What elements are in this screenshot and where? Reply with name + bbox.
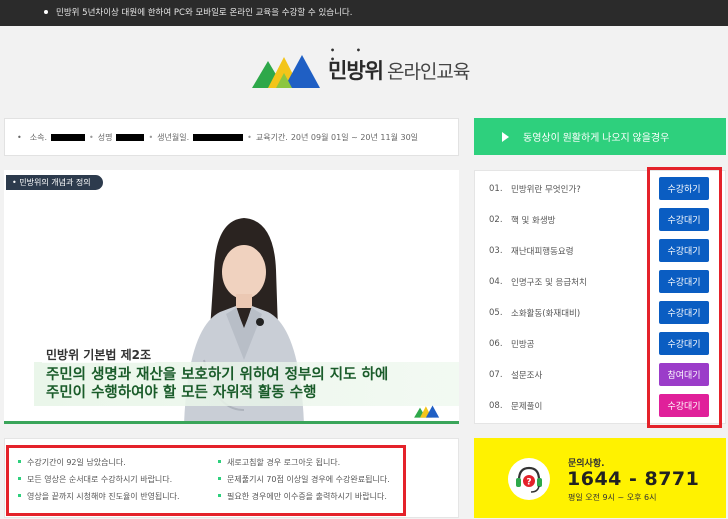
lesson-number: 08. xyxy=(489,401,503,411)
video-bottom-bar xyxy=(4,421,459,424)
mountains-logo-icon xyxy=(252,55,320,88)
contact-panel: ? 문의사항. 1644 - 8771 평일 오전 9시 ~ 오후 6시 xyxy=(474,438,726,518)
lesson-title: 재난대피행동요령 xyxy=(511,247,574,257)
play-icon xyxy=(502,131,509,142)
caption-line-1: 주민의 생명과 재산을 보호하기 위하여 정부의 지도 하에 xyxy=(46,367,389,383)
logo-dots: • • • xyxy=(330,46,371,64)
logo-brand-text: • • • 민방위 xyxy=(328,46,384,85)
svg-text:?: ? xyxy=(526,478,531,488)
video-help-button[interactable]: 동영상이 원활하게 나오지 않을경우 xyxy=(474,118,726,155)
lesson-number: 02. xyxy=(489,215,503,225)
video-player[interactable]: • 민방위의 개념과 정의 민방위 기본법 제2조 주민의 생명과 재산을 보호… xyxy=(4,170,459,424)
affiliation-redacted xyxy=(50,133,85,141)
video-help-label: 동영상이 원활하게 나오지 않을경우 xyxy=(523,133,670,144)
highlight-box-buttons xyxy=(647,167,722,428)
lesson-number: 06. xyxy=(489,339,503,349)
lesson-number: 04. xyxy=(489,277,503,287)
mini-logo-icon xyxy=(414,405,440,418)
caption-line-2: 주민이 수행하여야 할 모든 자위적 활동 수행 xyxy=(46,385,317,401)
lesson-number: 01. xyxy=(489,184,503,194)
headset-icon: ? xyxy=(508,458,550,500)
lesson-title: 문제풀이 xyxy=(511,402,543,412)
birth-redacted xyxy=(193,133,244,141)
lesson-title: 핵 및 화생방 xyxy=(511,216,556,226)
site-logo[interactable]: • • • 민방위 온라인교육 xyxy=(252,46,470,90)
birth-label: 생년월일. xyxy=(157,132,190,142)
name-redacted xyxy=(116,133,145,141)
lesson-number: 03. xyxy=(489,246,503,256)
lesson-title: 인명구조 및 응급처치 xyxy=(511,278,587,288)
bullet-icon xyxy=(44,9,48,14)
video-topic-tag: • 민방위의 개념과 정의 xyxy=(6,175,103,190)
lesson-number: 07. xyxy=(489,370,503,380)
top-notice-text: 민방위 5년차이상 대원에 한하여 PC와 모바일로 온라인 교육을 수강할 수… xyxy=(56,8,353,18)
user-info-bar: • 소속. • 성명 • 생년월일. • 교육기간. 20년 09월 01일 ~… xyxy=(4,118,459,156)
lesson-title: 설문조사 xyxy=(511,371,543,381)
lesson-title: 소화활동(화재대비) xyxy=(511,309,581,319)
highlight-box-notices xyxy=(6,445,406,516)
period-label: 교육기간. xyxy=(255,132,288,142)
lesson-number: 05. xyxy=(489,308,503,318)
name-label: 성명 xyxy=(97,132,113,142)
contact-hours: 평일 오전 9시 ~ 오후 6시 xyxy=(568,493,657,502)
video-caption: 주민의 생명과 재산을 보호하기 위하여 정부의 지도 하에 주민이 수행하여야… xyxy=(46,366,388,402)
logo-sub-text: 온라인교육 xyxy=(386,60,470,83)
lesson-title: 민방공 xyxy=(511,340,535,350)
period-value: 20년 09월 01일 ~ 20년 11월 30일 xyxy=(290,132,419,142)
top-notice-bar: 민방위 5년차이상 대원에 한하여 PC와 모바일로 온라인 교육을 수강할 수… xyxy=(0,0,728,26)
lesson-title: 민방위란 무엇인가? xyxy=(511,185,581,195)
law-title: 민방위 기본법 제2조 xyxy=(42,346,156,363)
contact-phone[interactable]: 1644 - 8771 xyxy=(567,468,699,490)
info-bullet: • xyxy=(17,132,22,142)
affiliation-label: 소속. xyxy=(29,132,47,142)
